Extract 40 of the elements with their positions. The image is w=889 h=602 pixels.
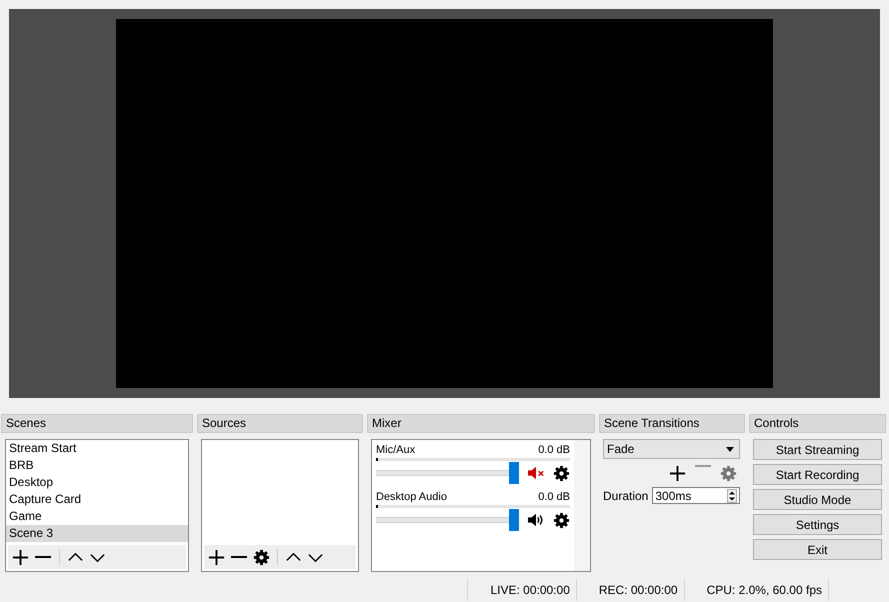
add-icon[interactable] <box>669 465 686 482</box>
status-text: LIVE: 00:00:00 <box>467 579 576 601</box>
status-text: CPU: 2.0%, 60.00 fps <box>684 579 828 601</box>
slider-thumb[interactable] <box>509 509 519 531</box>
control-button[interactable]: Exit <box>753 539 882 560</box>
control-button[interactable]: Settings <box>753 514 882 535</box>
scene-item[interactable]: Scene 3 <box>6 525 188 542</box>
caret-icon <box>726 446 734 452</box>
scrollbar[interactable] <box>574 440 590 571</box>
status-text: REC: 00:00:00 <box>576 579 684 601</box>
slider-thumb[interactable] <box>509 462 519 484</box>
gear-icon[interactable] <box>553 512 570 528</box>
gear-icon[interactable] <box>253 548 270 566</box>
volume-reading: 0.0 dB <box>538 443 570 458</box>
dock-title: Mixer <box>367 414 595 433</box>
volume-reading: 0.0 dB <box>538 490 570 505</box>
speaker-icon[interactable] <box>527 512 545 528</box>
channel-name: Mic/Aux <box>376 443 416 458</box>
dock-title: Controls <box>749 414 886 433</box>
scene-item[interactable]: Capture Card <box>6 491 188 508</box>
scene-item[interactable]: BRB <box>6 457 188 474</box>
control-button[interactable]: Start Streaming <box>753 439 882 460</box>
gear-icon <box>720 465 737 482</box>
add-icon[interactable] <box>12 548 29 566</box>
dock-title: Scenes <box>1 414 193 433</box>
transition-dropdown[interactable]: Fade <box>603 439 740 459</box>
dock-title: Sources <box>197 414 363 433</box>
add-icon[interactable] <box>208 548 225 566</box>
scene-item[interactable]: Desktop <box>6 474 188 491</box>
duration-spinbox[interactable]: 300ms <box>652 487 740 504</box>
duration-label: Duration <box>603 488 648 502</box>
control-button[interactable]: Start Recording <box>753 464 882 485</box>
muted-speaker-icon[interactable] <box>527 465 545 481</box>
scene-item[interactable]: Game <box>6 508 188 525</box>
control-button[interactable]: Studio Mode <box>753 489 882 510</box>
spin-arrows-icon[interactable] <box>727 488 738 502</box>
channel-name: Desktop Audio <box>376 490 447 505</box>
scene-item[interactable]: Stream Start <box>6 440 188 457</box>
gear-icon[interactable] <box>553 464 570 482</box>
dock-title: Scene Transitions <box>599 414 745 433</box>
